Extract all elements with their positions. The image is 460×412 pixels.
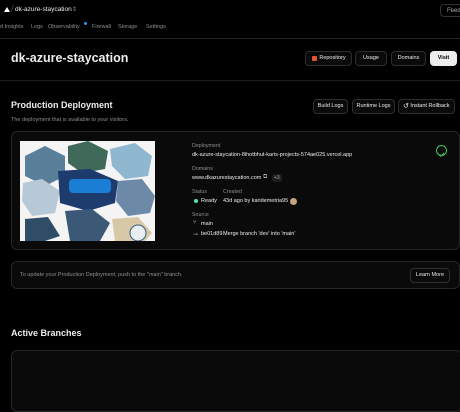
visit-button[interactable]: Visit: [430, 51, 457, 66]
tab-settings[interactable]: Settings: [146, 24, 166, 30]
commit-message: Merge branch 'dev' into 'main': [223, 231, 296, 237]
external-link-icon[interactable]: ⧉: [263, 174, 267, 181]
active-branches-title: Active Branches: [11, 328, 82, 338]
user-avatar[interactable]: [290, 198, 297, 205]
update-notice-card: To update your Production Deployment, pu…: [11, 261, 460, 289]
header-divider: [0, 80, 460, 81]
domains-label: Domains: [192, 166, 213, 172]
usage-button[interactable]: Usage: [355, 51, 387, 66]
deployment-preview-image[interactable]: [20, 141, 155, 241]
breadcrumb-separator: /: [11, 4, 14, 15]
branch-link[interactable]: main: [201, 221, 213, 227]
production-deployment-description: The deployment that is available to your…: [11, 117, 129, 123]
status-label: Status: [192, 189, 208, 195]
preview-collage: [20, 141, 155, 241]
git-repo-icon: [312, 56, 317, 61]
tab-observability[interactable]: Observability: [48, 24, 80, 30]
status-ready-icon: [194, 199, 198, 203]
deployment-card: Deployment dk-azure-staycation-8ihotbhut…: [11, 131, 460, 250]
tabs-divider: [0, 38, 460, 39]
deployment-label: Deployment: [192, 143, 221, 149]
deployment-url-link[interactable]: dk-azure-staycation-8ihotbhut-karis-proj…: [192, 152, 352, 158]
source-label: Source: [192, 212, 209, 218]
vercel-logo-icon[interactable]: [4, 7, 10, 12]
feedback-button[interactable]: Feedb: [440, 4, 460, 17]
tab-insights[interactable]: d Insights: [0, 24, 24, 30]
domain-link[interactable]: www.dkazurestaycation.com: [192, 175, 261, 181]
new-indicator: [84, 22, 87, 25]
rollback-icon: ↺: [403, 103, 409, 110]
project-switcher[interactable]: dk-azure-staycation: [15, 6, 72, 13]
created-label: Created: [223, 189, 242, 195]
production-deployment-title: Production Deployment: [11, 100, 113, 110]
chevron-updown-icon[interactable]: ⇕: [72, 6, 77, 13]
git-branch-icon: ⑂: [193, 220, 197, 226]
learn-more-button[interactable]: Learn More: [410, 268, 450, 283]
domains-button[interactable]: Domains: [391, 51, 426, 66]
top-bar: / dk-azure-staycation ⇕ Feedb: [0, 0, 460, 22]
tab-firewall[interactable]: Firewall: [92, 24, 111, 30]
runtime-logs-button[interactable]: Runtime Logs: [352, 99, 395, 114]
repository-button[interactable]: Repository: [305, 51, 352, 66]
repository-label: Repository: [319, 55, 346, 61]
git-commit-icon: ⊸: [193, 232, 199, 238]
status-value: Ready: [201, 198, 217, 204]
more-domains-badge[interactable]: +3: [272, 174, 282, 182]
instant-rollback-button[interactable]: ↺ Instant Rollback: [398, 99, 455, 114]
build-logs-button[interactable]: Build Logs: [313, 99, 348, 114]
tab-storage[interactable]: Storage: [118, 24, 137, 30]
commit-hash-link[interactable]: be01d89: [201, 231, 222, 237]
active-branches-panel: [11, 350, 460, 412]
created-value: 43d ago by karidemetria95: [223, 198, 289, 204]
update-notice-text: To update your Production Deployment, pu…: [20, 272, 183, 278]
success-check-icon: [436, 145, 447, 158]
page-title: dk-azure-staycation: [11, 51, 129, 65]
tab-logs[interactable]: Logs: [31, 24, 43, 30]
instant-rollback-label: Instant Rollback: [410, 103, 450, 109]
